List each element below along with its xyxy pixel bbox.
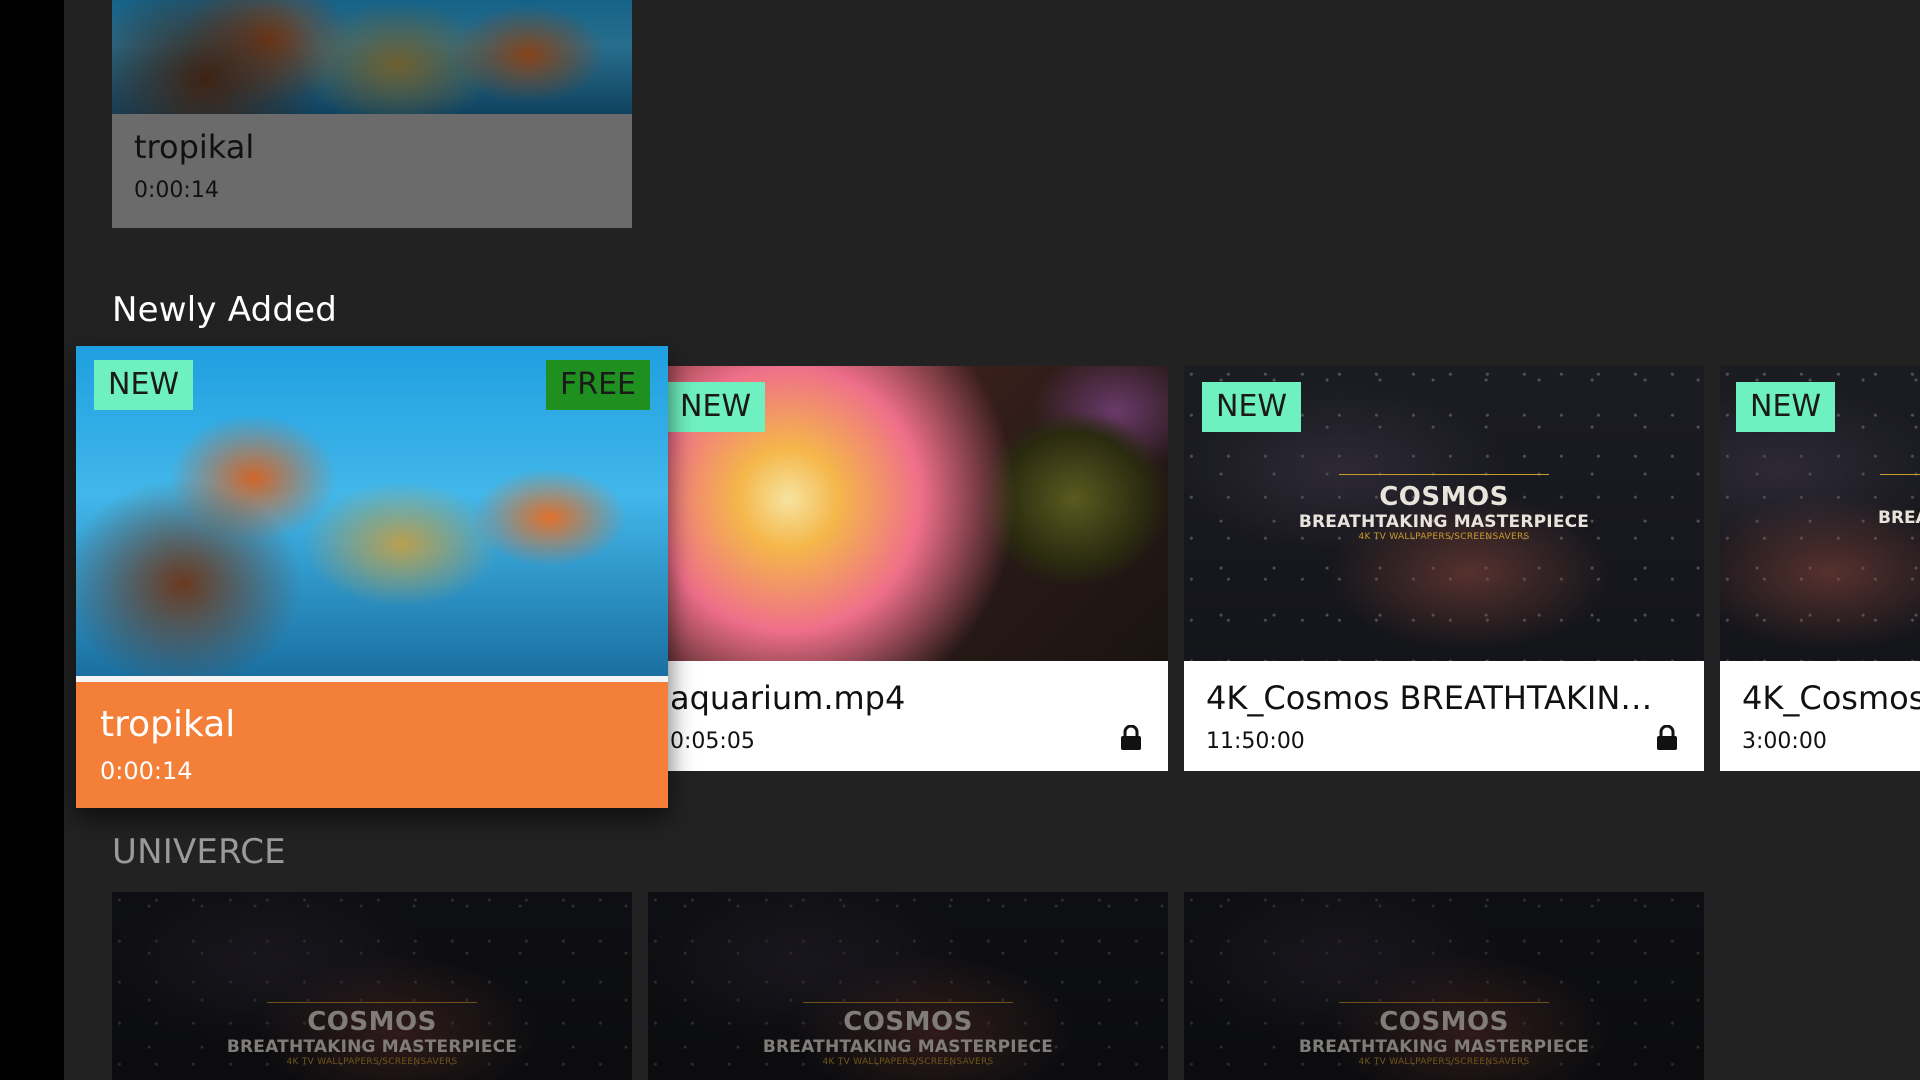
left-navigation-rail <box>0 0 64 1080</box>
card-title: 4K_Cosmos B <box>1742 679 1920 717</box>
card-4k-cosmos-partial[interactable]: BREAT NEW 4K_Cosmos B 3:00:00 <box>1720 366 1920 771</box>
univerce-card-2[interactable]: COSMOS BREATHTAKING MASTERPIECE 4K TV WA… <box>648 892 1168 1080</box>
univerce-card-1[interactable]: COSMOS BREATHTAKING MASTERPIECE 4K TV WA… <box>112 892 632 1080</box>
cosmos-line3: 4K TV WALLPAPERS/SCREENSAVERS <box>286 1057 458 1067</box>
row-title-newly-added: Newly Added <box>112 290 338 330</box>
card-info: aquarium.mp4 0:05:05 <box>648 661 1168 771</box>
lock-icon <box>1657 725 1677 750</box>
card-title: tropikal <box>100 704 236 745</box>
card-thumbnail: COSMOS BREATHTAKING MASTERPIECE 4K TV WA… <box>112 892 632 1080</box>
cosmos-line2: BREATHTAKING MASTERPIECE <box>226 1037 518 1057</box>
card-info: 4K_Cosmos B 3:00:00 <box>1720 661 1920 771</box>
new-badge: NEW <box>1736 382 1836 432</box>
card-info: 4K_Cosmos BREATHTAKING MA... 11:50:00 <box>1184 661 1704 771</box>
card-thumbnail <box>112 0 632 114</box>
card-duration: 0:00:14 <box>100 757 193 785</box>
cosmos-title-art-partial: BREAT <box>1878 508 1920 528</box>
cosmos-line2: BREATHTAKING MASTERPIECE <box>1298 1037 1590 1057</box>
card-4k-cosmos-breathtaking[interactable]: COSMOS BREATHTAKING MASTERPIECE 4K TV WA… <box>1184 366 1704 771</box>
card-duration: 11:50:00 <box>1206 729 1305 754</box>
card-duration: 0:05:05 <box>670 729 755 754</box>
cosmos-rule-top <box>1339 1002 1549 1003</box>
cosmos-line3: 4K TV WALLPAPERS/SCREENSAVERS <box>1358 532 1530 542</box>
cosmos-title-art: COSMOS BREATHTAKING MASTERPIECE 4K TV WA… <box>1184 1007 1704 1067</box>
cosmos-line2: BREATHTAKING MASTERPIECE <box>762 1037 1054 1057</box>
cosmos-line3: 4K TV WALLPAPERS/SCREENSAVERS <box>822 1057 994 1067</box>
card-title: 4K_Cosmos BREATHTAKING MA... <box>1206 679 1676 717</box>
card-info: tropikal 0:00:14 <box>112 114 632 228</box>
cosmos-title-art: COSMOS BREATHTAKING MASTERPIECE 4K TV WA… <box>112 1007 632 1067</box>
cosmos-title-art: COSMOS BREATHTAKING MASTERPIECE 4K TV WA… <box>648 1007 1168 1067</box>
cosmos-line2: BREATHTAKING MASTERPIECE <box>1298 512 1590 532</box>
card-thumbnail: COSMOS BREATHTAKING MASTERPIECE 4K TV WA… <box>648 892 1168 1080</box>
cosmos-rule-top <box>267 1002 477 1003</box>
card-thumbnail: COSMOS BREATHTAKING MASTERPIECE 4K TV WA… <box>1184 892 1704 1080</box>
card-aquarium[interactable]: NEW aquarium.mp4 0:05:05 <box>648 366 1168 771</box>
cosmos-line1: COSMOS <box>307 1007 437 1037</box>
cosmos-line1: COSMOS <box>1379 1007 1509 1037</box>
cosmos-rule-top <box>1339 474 1549 475</box>
card-duration: 0:00:14 <box>134 178 219 203</box>
cosmos-rule-top <box>803 1002 1013 1003</box>
new-badge: NEW <box>666 382 766 432</box>
card-duration: 3:00:00 <box>1742 729 1827 754</box>
new-badge: NEW <box>94 360 194 410</box>
cosmos-rule-top <box>1880 474 1920 475</box>
card-title: aquarium.mp4 <box>670 679 906 717</box>
cosmos-title-art: COSMOS BREATHTAKING MASTERPIECE 4K TV WA… <box>1184 482 1704 542</box>
cosmos-line1: COSMOS <box>843 1007 973 1037</box>
card-tropikal-focused[interactable]: NEW FREE tropikal 0:00:14 <box>76 346 668 808</box>
cosmos-line3: 4K TV WALLPAPERS/SCREENSAVERS <box>1358 1057 1530 1067</box>
tv-browse-screen: tropikal 0:00:14 Newly Added NEW aquariu… <box>0 0 1920 1080</box>
row-title-univerce: UNIVERCE <box>112 832 286 872</box>
cosmos-line1: COSMOS <box>1379 482 1509 512</box>
new-badge: NEW <box>1202 382 1302 432</box>
card-title: tropikal <box>134 128 255 166</box>
univerce-card-3[interactable]: COSMOS BREATHTAKING MASTERPIECE 4K TV WA… <box>1184 892 1704 1080</box>
top-row-card-tropikal[interactable]: tropikal 0:00:14 <box>112 0 632 228</box>
card-info: tropikal 0:00:14 <box>76 682 668 808</box>
lock-icon <box>1121 725 1141 750</box>
free-badge: FREE <box>545 360 650 410</box>
